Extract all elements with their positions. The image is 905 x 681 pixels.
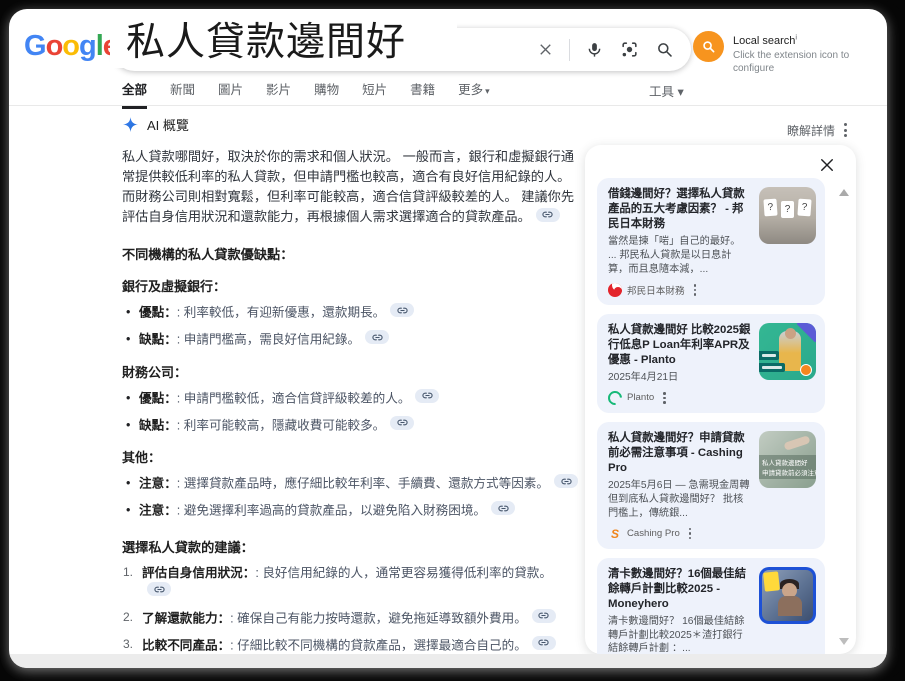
card-source: 邦民日本財務 <box>608 283 751 297</box>
list-item: •優點：: 申請門檻較低，適合信貸評級較差的人。 <box>122 389 580 408</box>
bullet-list: •優點：: 利率較低，有迎新優惠，還款期長。 •缺點：: 申請門檻高，需良好信用… <box>122 303 580 349</box>
logo-letter: o <box>62 32 79 61</box>
browser-window: Google 私人貸款邊間好 Local searchi <box>9 9 887 668</box>
more-options-icon[interactable] <box>689 528 692 540</box>
clear-icon[interactable] <box>534 39 556 61</box>
local-search-extension[interactable]: Local searchi Click the extension icon t… <box>693 31 887 75</box>
bullet-list: •注意：: 選擇貸款產品時，應仔細比較年利率、手續費、還款方式等因素。 •注意：… <box>122 474 580 520</box>
card-thumbnail: 私人貸款邊間好申請貸款前必須注意事 <box>759 431 816 488</box>
subsection-heading: 其他： <box>122 447 580 466</box>
citation-link-chip[interactable] <box>554 474 578 488</box>
citation-link-chip[interactable] <box>491 501 515 515</box>
card-source: S Cashing Pro <box>608 527 751 541</box>
scroll-down-icon[interactable] <box>839 638 849 645</box>
citation-link-chip[interactable] <box>147 582 171 596</box>
microphone-icon[interactable] <box>583 39 605 61</box>
learn-more-link[interactable]: 瞭解詳情 <box>787 122 835 139</box>
more-options-icon[interactable] <box>694 284 697 296</box>
list-item: •注意：: 選擇貸款產品時，應仔細比較年利率、手續費、還款方式等因素。 <box>122 474 580 493</box>
source-card[interactable]: 私人貸款邊間好 比較2025銀行低息P Loan年利率APR及優惠 - Plan… <box>597 314 825 413</box>
source-card[interactable]: 清卡數邊間好？16個最佳結餘轉戶計劃比較2025 - Moneyhero 清卡數… <box>597 558 825 668</box>
source-card[interactable]: 私人貸款邊間好？申請貸款前必需注意事項 - Cashing Pro 2025年5… <box>597 422 825 549</box>
ai-sparkle-icon <box>122 116 139 133</box>
list-item: 2.了解還款能力：: 確保自己有能力按時還款，避免拖延導致額外費用。 <box>122 609 580 628</box>
window-bottom-strip <box>9 654 887 668</box>
more-options-icon[interactable] <box>663 392 666 404</box>
ai-overview-label: AI 概覽 <box>147 115 189 134</box>
ai-overview-section: AI 概覽 私人貸款哪間好，取決於你的需求和個人狀況。 一般而言，銀行和虛擬銀行… <box>122 115 580 668</box>
list-item: 3.比較不同產品：: 仔細比較不同機構的貸款產品，選擇最適合自己的。 <box>122 636 580 655</box>
search-query-text: 私人貸款邊間好 <box>126 11 406 67</box>
list-item: •優點：: 利率較低，有迎新優惠，還款期長。 <box>122 303 580 322</box>
card-title[interactable]: 借錢邊間好？選擇私人貸款產品的五大考慮因素？ - 邦民日本財務 <box>608 187 751 232</box>
card-snippet: 2025年5月6日 — 急需現金周轉但到底私人貸款邊間好？ 批核門檻上，傳統銀.… <box>608 479 751 521</box>
divider <box>9 105 887 106</box>
bullet-list: •優點：: 申請門檻較低，適合信貸評級較差的人。 •缺點：: 利率可能較高，隱藏… <box>122 389 580 435</box>
search-icon[interactable] <box>653 39 675 61</box>
source-cards-list: 借錢邊間好？選擇私人貸款產品的五大考慮因素？ - 邦民日本財務 當然是揀「啱」自… <box>597 178 825 668</box>
subsection-heading: 財務公司： <box>122 362 580 381</box>
scroll-up-icon[interactable] <box>839 189 849 196</box>
ai-intro-paragraph: 私人貸款哪間好，取決於你的需求和個人狀況。 一般而言，銀行和虛擬銀行通常提供較低… <box>122 147 580 227</box>
card-title[interactable]: 私人貸款邊間好 比較2025銀行低息P Loan年利率APR及優惠 - Plan… <box>608 323 751 368</box>
card-thumbnail <box>759 567 816 624</box>
google-logo[interactable]: Google <box>24 32 118 61</box>
extension-hint: Click the extension icon to configure <box>733 50 887 75</box>
source-card[interactable]: 借錢邊間好？選擇私人貸款產品的五大考慮因素？ - 邦民日本財務 當然是揀「啱」自… <box>597 178 825 305</box>
extension-name: Local searchi <box>733 35 797 47</box>
citation-link-chip[interactable] <box>390 303 414 317</box>
section-heading: 選擇私人貸款的建議： <box>122 537 580 556</box>
section-heading: 不同機構的私人貸款優缺點： <box>122 244 580 263</box>
card-snippet: 當然是揀「啱」自己的最好。 ... 邦民私人貸款是以日息計算，而且息隨本減，..… <box>608 235 751 277</box>
list-item: •注意：: 避免選擇利率過高的貸款產品，以避免陷入財務困境。 <box>122 501 580 520</box>
citation-link-chip[interactable] <box>532 636 556 650</box>
card-title[interactable]: 私人貸款邊間好？申請貸款前必需注意事項 - Cashing Pro <box>608 431 751 476</box>
bunmin-logo-icon <box>608 283 622 297</box>
citation-link-chip[interactable] <box>365 330 389 344</box>
card-date: 2025年4月21日 <box>608 371 751 385</box>
citation-link-chip[interactable] <box>390 416 414 430</box>
citation-link-chip[interactable] <box>532 609 556 623</box>
tools-button[interactable]: 工具 ▾ <box>649 81 684 100</box>
numbered-list: 1.評估自身信用狀況：: 良好信用紀錄的人，通常更容易獲得低利率的貸款。 2.了… <box>122 564 580 668</box>
list-item: •缺點：: 申請門檻高，需良好信用紀錄。 <box>122 330 580 349</box>
card-snippet: 清卡數邊間好？ 16個最佳結餘轉戶計劃比較2025＊渣打銀行結餘轉戶計劃 ：..… <box>608 615 751 657</box>
card-thumbnail: ? ? ? <box>759 187 816 244</box>
screen-background: Google 私人貸款邊間好 Local searchi <box>0 0 905 681</box>
subsection-heading: 銀行及虛擬銀行： <box>122 276 580 295</box>
logo-letter: o <box>46 32 63 61</box>
search-query-overlay: 私人貸款邊間好 <box>110 10 457 68</box>
lens-camera-icon[interactable] <box>618 39 640 61</box>
planto-logo-icon <box>605 388 625 408</box>
citation-link-chip[interactable] <box>415 389 439 403</box>
extension-badge-icon[interactable] <box>693 31 724 62</box>
card-thumbnail <box>759 323 816 380</box>
list-item: •缺點：: 利率可能較高，隱藏收費可能較多。 <box>122 416 580 435</box>
cashingpro-logo-icon: S <box>608 527 622 541</box>
overview-menu-icon[interactable] <box>842 121 849 139</box>
chevron-down-icon: ▾ <box>485 86 490 96</box>
logo-letter: g <box>79 32 96 61</box>
list-item: 1.評估自身信用狀況：: 良好信用紀錄的人，通常更容易獲得低利率的貸款。 <box>122 564 580 601</box>
close-icon[interactable] <box>818 156 836 174</box>
card-title[interactable]: 清卡數邊間好？16個最佳結餘轉戶計劃比較2025 - Moneyhero <box>608 567 751 612</box>
ai-overview-header: AI 概覽 <box>122 115 580 134</box>
citation-link-chip[interactable] <box>536 208 560 222</box>
divider <box>569 39 570 61</box>
sources-panel: 借錢邊間好？選擇私人貸款產品的五大考慮因素？ - 邦民日本財務 當然是揀「啱」自… <box>585 145 856 654</box>
logo-letter: l <box>96 32 103 61</box>
logo-letter: G <box>24 32 46 61</box>
card-source: Planto <box>608 391 751 405</box>
info-superscript: i <box>795 32 797 41</box>
